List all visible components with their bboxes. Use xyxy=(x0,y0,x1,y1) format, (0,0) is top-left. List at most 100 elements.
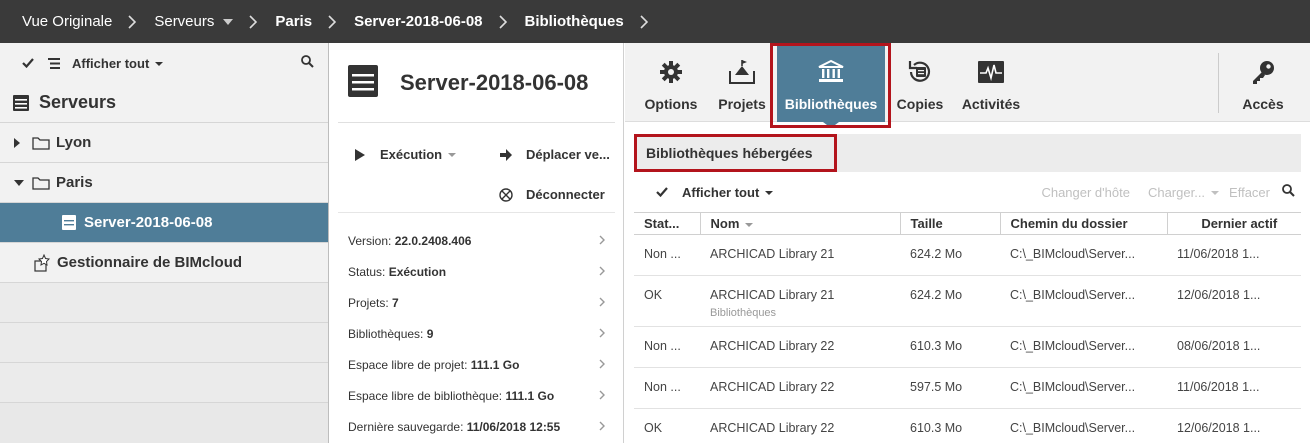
search-icon[interactable] xyxy=(1282,184,1295,200)
execution-dropdown[interactable]: Exécution xyxy=(352,147,457,162)
info-bibliotheques[interactable]: Bibliothèques: 9 xyxy=(330,318,623,349)
collapse-arrow-icon[interactable] xyxy=(14,179,24,186)
tab-acces[interactable]: Accès xyxy=(1233,43,1293,122)
breadcrumb: Vue Originale Serveurs Paris Server-2018… xyxy=(0,0,1310,43)
info-text: Dernière sauvegarde: 11/06/2018 12:55 xyxy=(348,420,560,434)
server-actions: Exécution Déplacer ve... Déconnecter xyxy=(338,123,615,213)
caret-down-icon xyxy=(765,191,774,196)
info-projets[interactable]: Projets: 7 xyxy=(330,287,623,318)
cell-nom: ARCHICAD Library 22 xyxy=(700,326,900,368)
info-derniere-sauvegarde[interactable]: Dernière sauvegarde: 11/06/2018 12:55 xyxy=(330,411,623,442)
arrow-right-icon xyxy=(498,148,514,161)
effacer-button[interactable]: Effacer xyxy=(1229,185,1270,200)
folder-icon xyxy=(32,176,50,190)
breadcrumb-item-paris[interactable]: Paris xyxy=(275,13,312,30)
info-label: Bibliothèques: xyxy=(348,326,427,341)
tree-empty-row xyxy=(0,323,328,363)
breadcrumb-item-serveurs[interactable]: Serveurs xyxy=(154,13,234,30)
tab-label: Accès xyxy=(1242,96,1284,112)
changer-hote-button[interactable]: Changer d'hôte xyxy=(1041,185,1130,200)
tab-bibliotheques[interactable]: Bibliothèques xyxy=(777,43,885,122)
cell-nom: ARCHICAD Library 22 xyxy=(700,367,900,409)
info-label: Projets: xyxy=(348,295,393,310)
table-row[interactable]: OK ARCHICAD Library 21 Bibliothèques 624.… xyxy=(634,275,1301,327)
tab-label: Projets xyxy=(718,96,766,112)
info-espace-projet[interactable]: Espace libre de projet: 111.1 Go xyxy=(330,349,623,380)
table-row[interactable]: Non ... ARCHICAD Library 22 597.5 Mo C:\… xyxy=(634,367,1301,409)
table-row[interactable]: Non ... ARCHICAD Library 22 610.3 Mo C:\… xyxy=(634,326,1301,368)
charger-dropdown[interactable]: Charger... xyxy=(1148,185,1220,200)
column-header-label: Nom xyxy=(710,216,740,231)
play-icon xyxy=(352,148,368,161)
bimcloud-manager-icon xyxy=(33,253,51,272)
info-version[interactable]: Version: 22.0.2408.406 xyxy=(330,225,623,256)
cell-status: OK xyxy=(634,408,700,443)
tree-item-label: Lyon xyxy=(56,134,92,151)
table-row[interactable]: Non ... ARCHICAD Library 21 624.2 Mo C:\… xyxy=(634,234,1301,276)
info-text: Status: Exécution xyxy=(348,265,446,279)
cell-chemin: C:\_BIMcloud\Server... xyxy=(1000,408,1167,443)
breadcrumb-item-bibliotheques[interactable]: Bibliothèques xyxy=(525,13,624,30)
info-value: 111.1 Go xyxy=(505,388,555,403)
table-row[interactable]: OK ARCHICAD Library 22 610.3 Mo C:\_BIMc… xyxy=(634,408,1301,443)
tab-options[interactable]: Options xyxy=(637,43,705,122)
caret-down-icon xyxy=(1211,191,1220,196)
chevron-right-icon xyxy=(599,296,605,310)
server-title: Server-2018-06-08 xyxy=(400,69,589,95)
info-text: Bibliothèques: 9 xyxy=(348,327,433,341)
checkmark-icon[interactable] xyxy=(20,55,36,71)
cell-status: Non ... xyxy=(634,367,700,409)
activity-icon xyxy=(977,59,1005,85)
info-label: Dernière sauvegarde: xyxy=(348,419,467,434)
chevron-right-icon[interactable] xyxy=(640,14,648,29)
checkmark-icon[interactable] xyxy=(654,184,670,200)
breadcrumb-item-vue-originale[interactable]: Vue Originale xyxy=(22,13,112,30)
info-text: Projets: 7 xyxy=(348,296,399,310)
tree-item-paris[interactable]: Paris xyxy=(0,163,328,203)
tree-item-label: Gestionnaire de BIMcloud xyxy=(57,254,243,271)
tab-activites[interactable]: Activités xyxy=(957,43,1025,122)
column-header-chemin[interactable]: Chemin du dossier xyxy=(1000,212,1168,235)
column-header-status[interactable]: Stat... xyxy=(634,212,701,235)
column-header-dernier-actif[interactable]: Dernier actif xyxy=(1167,212,1301,235)
cell-chemin: C:\_BIMcloud\Server... xyxy=(1000,326,1167,368)
column-header-nom[interactable]: Nom xyxy=(700,212,901,235)
info-label: Espace libre de projet: xyxy=(348,357,471,372)
gear-icon xyxy=(659,59,683,85)
column-header-taille[interactable]: Taille xyxy=(900,212,1001,235)
tree-item-label: Server-2018-06-08 xyxy=(84,214,213,231)
info-espace-bibliotheque[interactable]: Espace libre de bibliothèque: 111.1 Go xyxy=(330,380,623,411)
cell-nom: ARCHICAD Library 21 xyxy=(700,234,900,276)
key-icon xyxy=(1250,59,1276,85)
info-value: 111.1 Go xyxy=(470,357,520,372)
caret-down-icon[interactable] xyxy=(223,18,234,25)
tree-item-lyon[interactable]: Lyon xyxy=(0,123,328,163)
afficher-tout-dropdown[interactable]: Afficher tout xyxy=(72,56,164,71)
breadcrumb-item-server[interactable]: Server-2018-06-08 xyxy=(354,13,482,30)
afficher-tout-dropdown[interactable]: Afficher tout xyxy=(682,185,774,200)
disconnect-button[interactable]: Déconnecter xyxy=(498,187,605,202)
move-label: Déplacer ve... xyxy=(526,147,610,162)
tab-label: Activités xyxy=(961,96,1021,112)
disconnect-label: Déconnecter xyxy=(526,187,605,202)
move-button[interactable]: Déplacer ve... xyxy=(498,147,610,162)
cell-taille: 610.3 Mo xyxy=(900,408,1000,443)
tree-item-bimcloud-manager[interactable]: Gestionnaire de BIMcloud xyxy=(0,243,328,283)
tree-item-server[interactable]: Server-2018-06-08 xyxy=(0,203,328,243)
content-panel: Options Projets Bibliothèques Copies Act… xyxy=(625,43,1310,443)
tab-label: Options xyxy=(644,96,698,112)
server-details-panel: Server-2018-06-08 Exécution Déplacer ve.… xyxy=(330,43,624,443)
chevron-right-icon xyxy=(498,14,507,29)
breadcrumb-label: Bibliothèques xyxy=(524,13,624,30)
expand-arrow-icon[interactable] xyxy=(14,137,24,148)
caret-down-icon xyxy=(155,62,164,67)
execution-label: Exécution xyxy=(380,147,443,162)
cell-dernier-actif: 11/06/2018 1... xyxy=(1167,234,1301,276)
list-icon[interactable] xyxy=(46,55,62,71)
sort-caret-icon xyxy=(745,222,754,227)
tab-copies[interactable]: Copies xyxy=(893,43,947,122)
info-status[interactable]: Status: Exécution xyxy=(330,256,623,287)
info-text: Espace libre de bibliothèque: 111.1 Go xyxy=(348,389,554,403)
tab-projets[interactable]: Projets xyxy=(713,43,771,122)
search-icon[interactable] xyxy=(301,55,314,71)
